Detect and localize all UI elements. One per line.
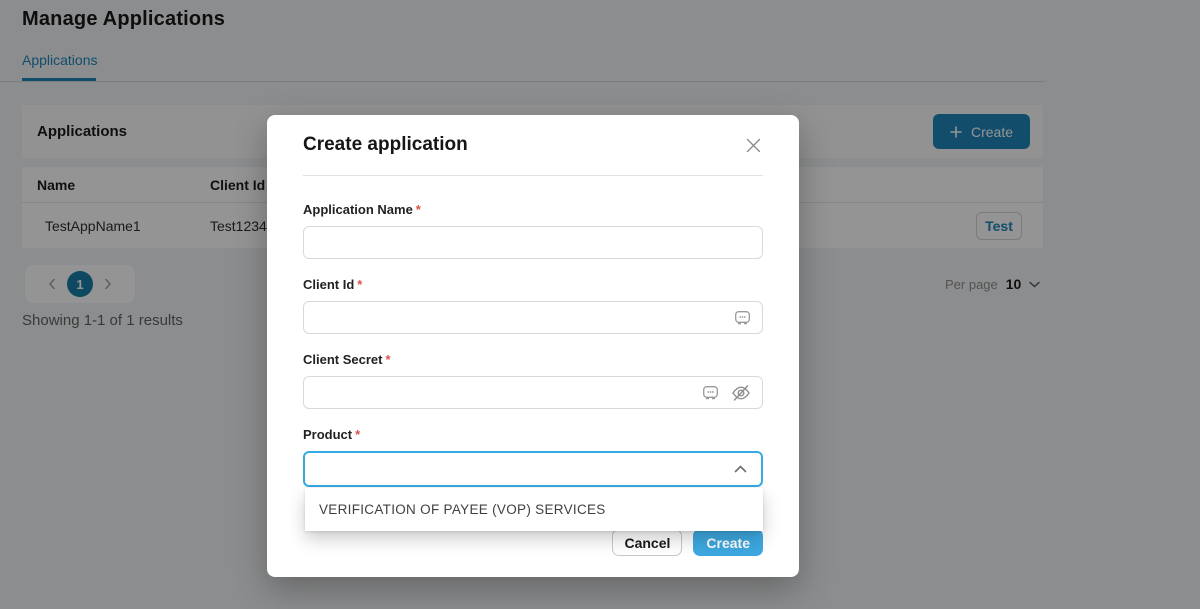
application-name-label: Application Name* bbox=[303, 202, 763, 217]
product-select[interactable]: VERIFICATION OF PAYEE (VOP) SERVICES bbox=[303, 451, 763, 487]
modal-title: Create application bbox=[303, 134, 468, 156]
client-secret-label: Client Secret* bbox=[303, 352, 763, 367]
modal-body: Application Name* Client Id* Client Secr… bbox=[267, 176, 799, 556]
product-option-vop-services[interactable]: VERIFICATION OF PAYEE (VOP) SERVICES bbox=[305, 488, 763, 531]
required-marker: * bbox=[355, 427, 360, 442]
client-secret-input[interactable] bbox=[303, 376, 763, 409]
vault-icon bbox=[702, 385, 719, 401]
client-secret-field-group: Client Secret* bbox=[303, 352, 763, 409]
close-icon bbox=[746, 138, 761, 153]
application-name-field-group: Application Name* bbox=[303, 202, 763, 259]
modal-header: Create application bbox=[303, 115, 763, 176]
client-id-input[interactable] bbox=[303, 301, 763, 334]
product-label: Product* bbox=[303, 427, 763, 442]
manage-applications-page: Manage Applications Applications Applica… bbox=[0, 0, 1200, 609]
product-field-group: Product* VERIFICATION OF PAYEE (VOP) SER… bbox=[303, 427, 763, 487]
chevron-up-icon bbox=[734, 465, 747, 473]
modal-footer: Cancel Create bbox=[303, 529, 763, 556]
application-name-input[interactable] bbox=[303, 226, 763, 259]
vault-icon bbox=[734, 310, 751, 326]
client-id-label: Client Id* bbox=[303, 277, 763, 292]
client-id-field-group: Client Id* bbox=[303, 277, 763, 334]
close-button[interactable] bbox=[744, 136, 763, 155]
cancel-button[interactable]: Cancel bbox=[612, 529, 682, 556]
create-application-modal: Create application Application Name* Cli… bbox=[267, 115, 799, 577]
modal-create-button[interactable]: Create bbox=[693, 529, 763, 556]
eye-slash-icon[interactable] bbox=[731, 384, 751, 402]
required-marker: * bbox=[416, 202, 421, 217]
required-marker: * bbox=[357, 277, 362, 292]
required-marker: * bbox=[385, 352, 390, 367]
product-dropdown-menu: VERIFICATION OF PAYEE (VOP) SERVICES bbox=[305, 488, 763, 531]
